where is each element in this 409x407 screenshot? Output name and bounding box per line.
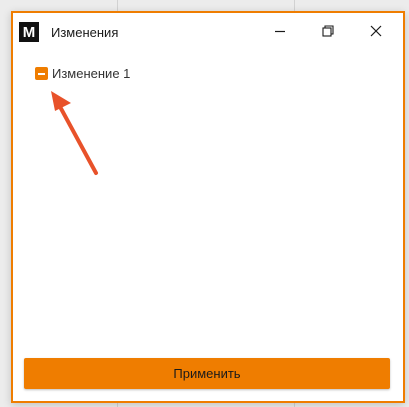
arrow-icon — [51, 91, 98, 175]
tree-item-checkbox[interactable] — [35, 67, 48, 80]
app-logo-letter: M — [22, 23, 36, 41]
minimize-button[interactable] — [265, 18, 295, 44]
close-button[interactable] — [361, 18, 391, 44]
titlebar[interactable]: M Изменения — [13, 13, 403, 51]
apply-button[interactable]: Применить — [24, 358, 390, 389]
restore-icon — [322, 25, 334, 37]
close-icon — [370, 25, 382, 37]
tree-item-label[interactable]: Изменение 1 — [52, 66, 130, 81]
apply-button-label: Применить — [173, 366, 241, 381]
changes-dialog: M Изменения Изменение 1 Применить — [11, 11, 405, 403]
window-title: Изменения — [51, 24, 119, 40]
maximize-button[interactable] — [313, 18, 343, 44]
changes-tree: Изменение 1 — [35, 66, 130, 81]
app-logo-icon: M — [19, 22, 39, 42]
indeterminate-icon — [38, 72, 45, 75]
minimize-icon — [275, 30, 285, 33]
